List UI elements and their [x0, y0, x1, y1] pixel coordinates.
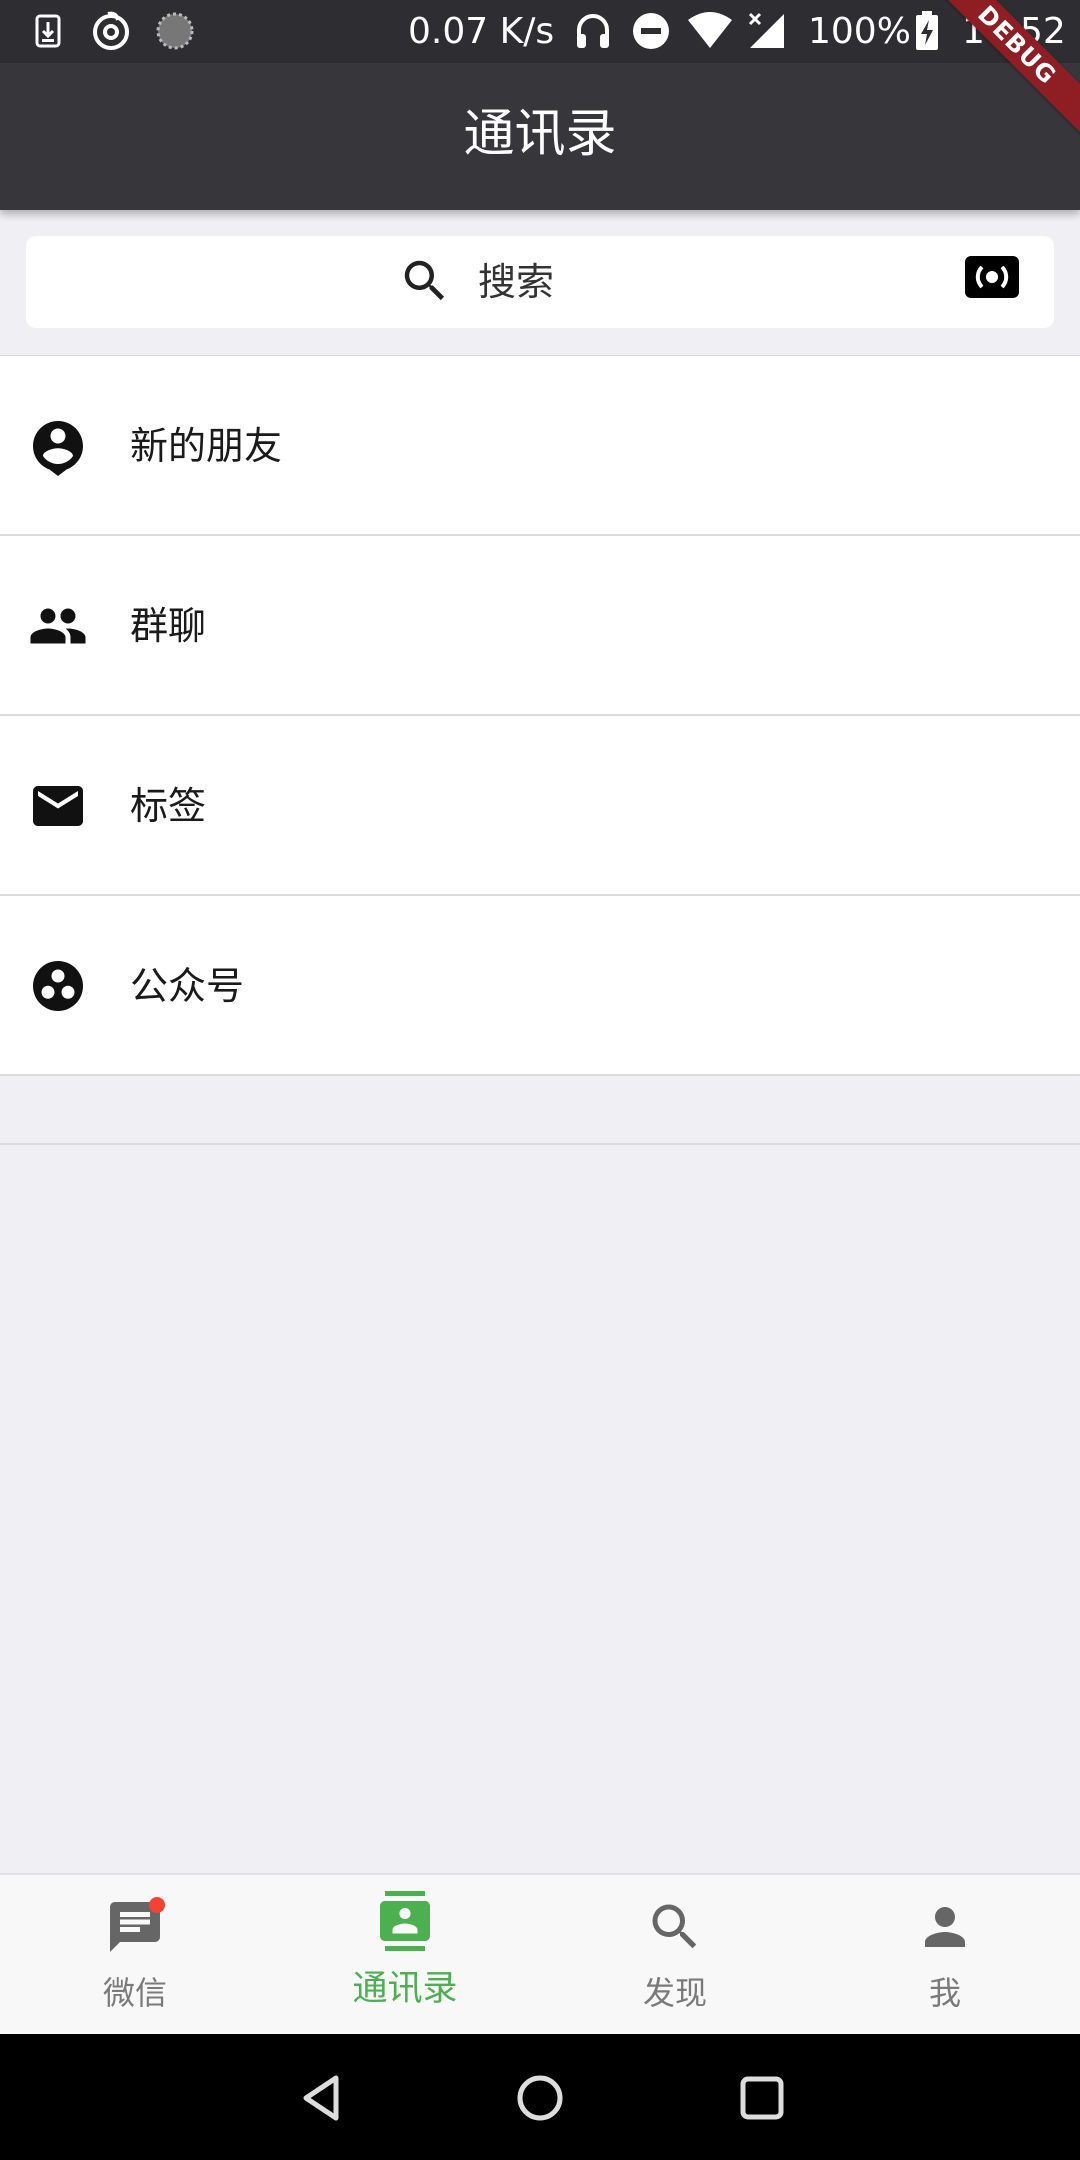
wifi-icon: [688, 12, 732, 48]
nav-tab-label: 我: [928, 1974, 961, 2012]
nav-tab-chats[interactable]: 微信: [0, 1875, 270, 2034]
unread-badge: [149, 1897, 165, 1913]
netease-music-icon: [93, 11, 129, 50]
account-circle-icon: [33, 421, 83, 476]
recents-icon[interactable]: [734, 2070, 790, 2126]
menu-item-label: 标签: [130, 784, 207, 828]
headphones-icon: [577, 14, 609, 48]
nav-tab-discover[interactable]: 发现: [540, 1875, 810, 2034]
search-icon: [652, 1904, 697, 1949]
bottom-navigation: 微信 通讯录 发现 我: [0, 1873, 1080, 2034]
nav-tab-me[interactable]: 我: [810, 1875, 1080, 2034]
people-icon: [30, 608, 86, 644]
back-icon[interactable]: [294, 2070, 350, 2126]
nav-tab-contacts[interactable]: 通讯录: [270, 1875, 540, 2034]
voice-recognition-icon[interactable]: [964, 255, 1020, 299]
bubble-chart-icon: [33, 961, 83, 1011]
system-navigation-bar: [0, 2034, 1080, 2160]
search-icon: [404, 260, 445, 301]
battery-percent: 100%: [808, 11, 911, 52]
section-divider: [0, 1143, 1080, 1145]
menu-item-official-accounts[interactable]: 公众号: [0, 896, 1080, 1076]
menu-item-label: 新的朋友: [130, 424, 283, 468]
contacts-menu: 新的朋友 群聊 标签 公众号: [0, 355, 1080, 1076]
search-section: 搜索: [0, 210, 1080, 356]
nav-tab-label: 微信: [102, 1974, 167, 2012]
menu-item-label: 公众号: [130, 964, 245, 1008]
page-title: 通讯录: [463, 105, 617, 164]
do-not-disturb-icon: [633, 13, 669, 49]
status-bar: 0.07 K/s 100% 16:52: [0, 0, 1080, 63]
app-bar: 通讯录: [0, 63, 1080, 210]
menu-item-group-chats[interactable]: 群聊: [0, 536, 1080, 716]
battery-charging-icon: [916, 11, 938, 50]
menu-item-label: 群聊: [130, 604, 207, 648]
net-speed: 0.07 K/s: [408, 11, 555, 52]
home-icon[interactable]: [512, 2070, 568, 2126]
mail-icon: [33, 786, 83, 826]
menu-item-tags[interactable]: 标签: [0, 716, 1080, 896]
nav-tab-label: 通讯录: [352, 1969, 458, 2009]
menu-item-new-friends[interactable]: 新的朋友: [0, 356, 1080, 536]
loading-icon: [156, 12, 194, 50]
nav-tab-label: 发现: [642, 1974, 707, 2012]
signal-icon: [748, 12, 784, 48]
contacts-icon: [380, 1891, 430, 1951]
download-icon: [35, 14, 61, 48]
search-placeholder: 搜索: [478, 260, 555, 304]
search-bar[interactable]: 搜索: [26, 236, 1054, 328]
person-icon: [925, 1907, 965, 1947]
